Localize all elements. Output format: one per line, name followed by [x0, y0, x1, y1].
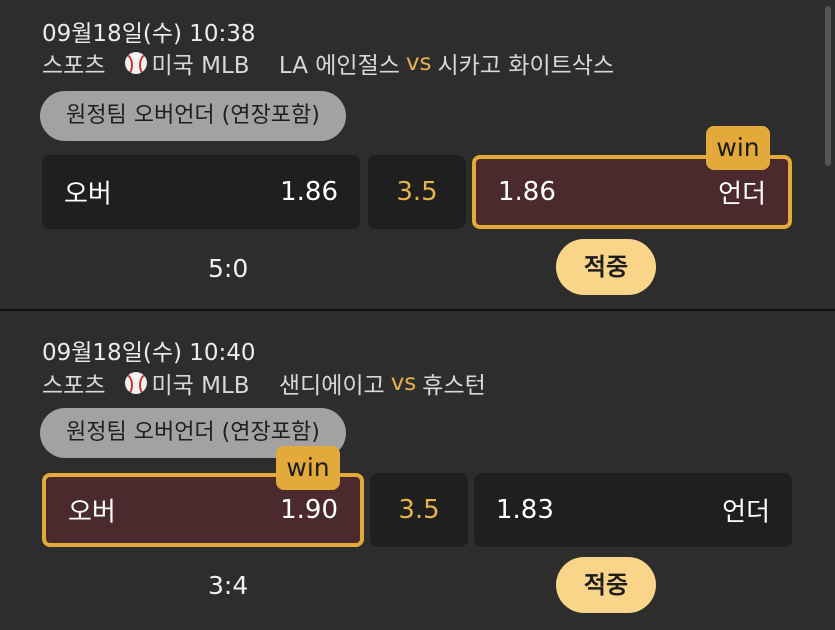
under-option[interactable]: 1.83 언더	[474, 473, 792, 547]
baseball-icon	[125, 372, 148, 394]
win-badge: win	[276, 446, 340, 490]
league-label: 미국 MLB	[151, 373, 250, 399]
under-odds: 1.83	[496, 495, 554, 525]
result-badge: 적중	[556, 557, 656, 613]
under-label: 언더	[718, 179, 766, 210]
over-label: 오버	[64, 179, 112, 210]
market-pill: 원정팀 오버언더 (연장포함)	[40, 91, 346, 141]
bet-card-1: 09월18일(수) 10:38 스포츠 미국 MLB LA 에인절스 vs 시카고 화…	[0, 0, 835, 309]
over-odds: 1.86	[280, 177, 338, 207]
baseball-icon	[125, 52, 148, 74]
score: 3:4	[208, 571, 249, 600]
home-team: 샌디에이고	[278, 373, 385, 399]
line-value: 3.5	[396, 177, 438, 207]
bet-datetime: 09월18일(수) 10:38	[42, 21, 256, 47]
away-team: 시카고 화이트삭스	[437, 53, 615, 79]
line-value: 3.5	[398, 495, 440, 525]
under-odds: 1.86	[498, 177, 556, 207]
line-box: 3.5	[370, 473, 468, 547]
home-team: LA 에인절스	[278, 53, 400, 79]
away-team: 휴스턴	[422, 373, 486, 399]
over-option[interactable]: 오버 1.86	[42, 155, 360, 229]
result-badge: 적중	[556, 239, 656, 295]
vs-label: vs	[405, 50, 432, 76]
bet-match-info: 스포츠 미국 MLB LA 에인절스 vs 시카고 화이트삭스	[42, 46, 614, 80]
scrollbar[interactable]	[825, 6, 831, 166]
sport-label: 스포츠	[42, 373, 106, 399]
line-box: 3.5	[368, 155, 466, 229]
over-odds: 1.90	[280, 495, 338, 525]
score: 5:0	[208, 254, 249, 283]
over-label: 오버	[68, 497, 116, 528]
bet-datetime: 09월18일(수) 10:40	[42, 340, 256, 366]
bet-card-2: 09월18일(수) 10:40 스포츠 미국 MLB 샌디에이고 vs 휴스턴 원정팀…	[0, 311, 835, 630]
win-badge: win	[706, 126, 770, 170]
bet-match-info: 스포츠 미국 MLB 샌디에이고 vs 휴스턴	[42, 366, 486, 400]
vs-label: vs	[390, 370, 417, 396]
under-label: 언더	[722, 497, 770, 528]
sport-label: 스포츠	[42, 53, 106, 79]
league-label: 미국 MLB	[151, 53, 250, 79]
